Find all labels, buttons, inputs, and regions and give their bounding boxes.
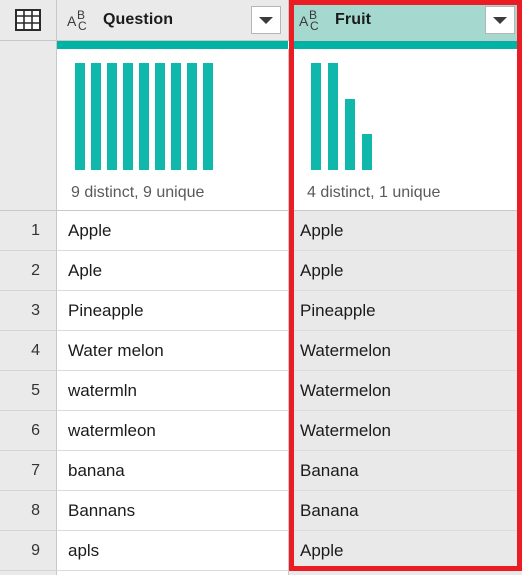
row-number: 1 bbox=[0, 211, 57, 251]
select-all-corner-button[interactable] bbox=[0, 0, 57, 41]
table-row[interactable]: 7 banana Banana bbox=[0, 451, 522, 491]
cell-question[interactable]: watermln bbox=[57, 371, 289, 411]
row-number bbox=[0, 571, 57, 575]
column-quality-strip bbox=[0, 41, 522, 49]
histogram-bar bbox=[328, 63, 338, 170]
grid-table-icon bbox=[15, 9, 41, 31]
column-quality-bar-fruit[interactable] bbox=[289, 41, 522, 49]
cell-question[interactable]: Pineapple bbox=[57, 291, 289, 331]
histogram-bar bbox=[139, 63, 149, 170]
column-header-question[interactable]: A B C Question bbox=[57, 0, 289, 41]
column-stats-fruit: 4 distinct, 1 unique bbox=[307, 184, 441, 201]
cell-fruit[interactable] bbox=[289, 571, 522, 575]
row-number: 7 bbox=[0, 451, 57, 491]
abc-text-type-icon: A B C bbox=[67, 8, 97, 33]
svg-text:C: C bbox=[310, 19, 319, 32]
cell-question[interactable]: Water melon bbox=[57, 331, 289, 371]
cell-question[interactable]: Aple bbox=[57, 251, 289, 291]
column-filter-dropdown-fruit[interactable] bbox=[485, 6, 515, 34]
histogram-bar bbox=[203, 63, 213, 170]
histogram-bar bbox=[362, 134, 372, 170]
histogram-bar bbox=[171, 63, 181, 170]
histogram-bar bbox=[345, 99, 355, 170]
svg-text:A: A bbox=[67, 13, 77, 29]
row-number: 3 bbox=[0, 291, 57, 331]
row-number: 6 bbox=[0, 411, 57, 451]
cell-question[interactable] bbox=[57, 571, 289, 575]
svg-text:C: C bbox=[78, 19, 87, 32]
column-header-fruit[interactable]: A B C Fruit bbox=[289, 0, 522, 41]
table-row[interactable]: 1 Apple Apple bbox=[0, 211, 522, 251]
histogram-bar bbox=[107, 63, 117, 170]
column-filter-dropdown-question[interactable] bbox=[251, 6, 281, 34]
column-stats-question: 9 distinct, 9 unique bbox=[71, 184, 205, 201]
histogram-bar bbox=[123, 63, 133, 170]
column-quality-bar-question[interactable] bbox=[57, 41, 289, 49]
cell-fruit[interactable]: Watermelon bbox=[289, 371, 522, 411]
column-header-label: Fruit bbox=[335, 11, 372, 28]
abc-text-type-icon: A B C bbox=[299, 8, 329, 33]
column-profile-row: 9 distinct, 9 unique 4 distinct, 1 uniqu… bbox=[0, 49, 522, 211]
table-row[interactable]: 2 Aple Apple bbox=[0, 251, 522, 291]
cell-question[interactable]: banana bbox=[57, 451, 289, 491]
cell-question[interactable]: Bannans bbox=[57, 491, 289, 531]
chevron-down-icon bbox=[493, 16, 507, 24]
column-header-row: A B C Question A B C Fruit bbox=[0, 0, 522, 41]
table-row[interactable]: 8 Bannans Banana bbox=[0, 491, 522, 531]
histogram-bar bbox=[91, 63, 101, 170]
quality-strip-spacer bbox=[0, 41, 57, 49]
row-number: 9 bbox=[0, 531, 57, 571]
value-distribution-chart-fruit bbox=[311, 63, 372, 170]
cell-question[interactable]: apls bbox=[57, 531, 289, 571]
cell-fruit[interactable]: Apple bbox=[289, 211, 522, 251]
cell-question[interactable]: watermleon bbox=[57, 411, 289, 451]
cell-fruit[interactable]: Banana bbox=[289, 491, 522, 531]
row-number: 5 bbox=[0, 371, 57, 411]
histogram-bar bbox=[311, 63, 321, 170]
cell-fruit[interactable]: Banana bbox=[289, 451, 522, 491]
table-row[interactable]: 9 apls Apple bbox=[0, 531, 522, 571]
cell-fruit[interactable]: Watermelon bbox=[289, 331, 522, 371]
column-profile-fruit[interactable]: 4 distinct, 1 unique bbox=[289, 49, 522, 211]
column-header-label: Question bbox=[103, 11, 174, 28]
value-distribution-chart-question bbox=[75, 63, 213, 170]
table-row[interactable]: 4 Water melon Watermelon bbox=[0, 331, 522, 371]
table-row-partial[interactable] bbox=[0, 571, 522, 575]
cell-fruit[interactable]: Apple bbox=[289, 251, 522, 291]
power-query-data-preview: A B C Question A B C Fruit 9 distinct, 9… bbox=[0, 0, 522, 575]
histogram-bar bbox=[187, 63, 197, 170]
table-row[interactable]: 5 watermln Watermelon bbox=[0, 371, 522, 411]
histogram-bar bbox=[75, 63, 85, 170]
cell-fruit[interactable]: Pineapple bbox=[289, 291, 522, 331]
table-row[interactable]: 6 watermleon Watermelon bbox=[0, 411, 522, 451]
chevron-down-icon bbox=[259, 16, 273, 24]
cell-question[interactable]: Apple bbox=[57, 211, 289, 251]
column-profile-spacer bbox=[0, 49, 57, 211]
row-number: 8 bbox=[0, 491, 57, 531]
column-profile-question[interactable]: 9 distinct, 9 unique bbox=[57, 49, 289, 211]
data-grid-body: 1 Apple Apple 2 Aple Apple 3 Pineapple P… bbox=[0, 211, 522, 571]
cell-fruit[interactable]: Watermelon bbox=[289, 411, 522, 451]
row-number: 4 bbox=[0, 331, 57, 371]
histogram-bar bbox=[155, 63, 165, 170]
cell-fruit[interactable]: Apple bbox=[289, 531, 522, 571]
svg-text:A: A bbox=[299, 13, 309, 29]
table-row[interactable]: 3 Pineapple Pineapple bbox=[0, 291, 522, 331]
row-number: 2 bbox=[0, 251, 57, 291]
